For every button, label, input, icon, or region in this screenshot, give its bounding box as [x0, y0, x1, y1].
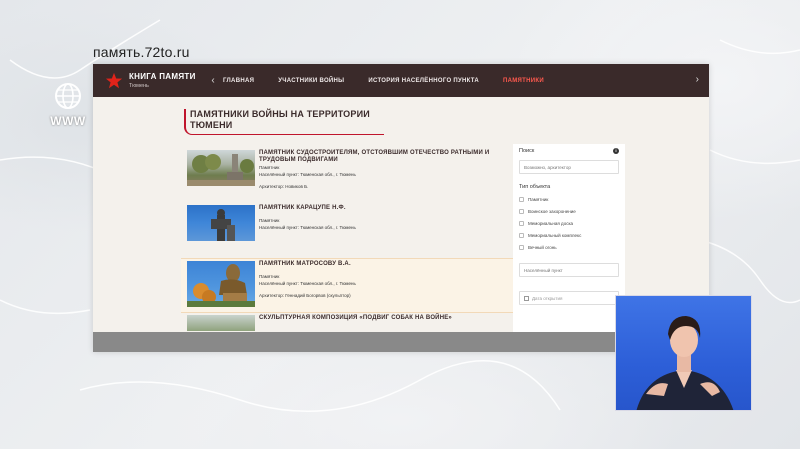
- calendar-icon: [524, 295, 529, 301]
- channel-label: WWW: [50, 114, 86, 128]
- globe-icon: [55, 83, 81, 109]
- item-place: Населённый пункт: Тюменская обл., г. Тюм…: [259, 172, 356, 177]
- checkbox[interactable]: [519, 209, 524, 214]
- page-title: ПАМЯТНИКИ ВОЙНЫ НА ТЕРРИТОРИИ ТЮМЕНИ: [184, 109, 384, 135]
- checkbox[interactable]: [519, 197, 524, 202]
- item-type: Памятник: [259, 274, 280, 279]
- nav-next-icon[interactable]: ›: [696, 74, 699, 85]
- nav-prev-icon[interactable]: ‹: [203, 75, 223, 86]
- filter-option-monument[interactable]: Памятник: [519, 197, 619, 202]
- monument-list: ПАМЯТНИК СУДОСТРОИТЕЛЯМ, ОТСТОЯВШИМ ОТЕЧ…: [181, 148, 515, 335]
- item-title[interactable]: СКУЛЬПТУРНАЯ КОМПОЗИЦИЯ «ПОДВИГ СОБАК НА…: [259, 315, 509, 322]
- list-item[interactable]: ПАМЯТНИК СУДОСТРОИТЕЛЯМ, ОТСТОЯВШИМ ОТЕЧ…: [187, 148, 509, 203]
- filter-option-complex[interactable]: Мемориальный комплекс: [519, 233, 619, 238]
- brand-city: Тюмень: [129, 83, 149, 89]
- info-icon[interactable]: i: [613, 148, 619, 154]
- item-place: Населённый пункт: Тюменская обл., г. Тюм…: [259, 281, 356, 286]
- star-icon: [105, 72, 123, 88]
- filter-option-burial[interactable]: Воинское захоронение: [519, 209, 619, 214]
- checkbox[interactable]: [519, 233, 524, 238]
- nav-menu: ГЛАВНАЯ УЧАСТНИКИ ВОЙНЫ ИСТОРИЯ НАСЕЛЁНН…: [223, 78, 709, 84]
- brand-logo[interactable]: КНИГА ПАМЯТИ Тюмень: [93, 72, 203, 90]
- item-type: Памятник: [259, 165, 280, 170]
- page-title-line2: ТЮМЕНИ: [190, 120, 233, 130]
- monument-thumbnail[interactable]: [187, 315, 255, 331]
- item-architect: Архитектор: Геннадий Богорвов (скульптор…: [259, 293, 351, 298]
- nav-item-participants[interactable]: УЧАСТНИКИ ВОЙНЫ: [278, 78, 344, 84]
- item-title[interactable]: ПАМЯТНИК МАТРОСОВУ В.А.: [259, 261, 509, 268]
- brand-title: КНИГА ПАМЯТИ: [129, 72, 196, 81]
- checkbox[interactable]: [519, 245, 524, 250]
- search-input[interactable]: [519, 160, 619, 174]
- filter-panel: Поиск i Тип объекта Памятник Воинское за…: [513, 144, 625, 334]
- monument-thumbnail[interactable]: [187, 150, 255, 186]
- filter-option-eternal-flame[interactable]: Вечный огонь: [519, 245, 619, 250]
- item-architect: Архитектор: Новиков Б.: [259, 184, 309, 189]
- checkbox[interactable]: [519, 221, 524, 226]
- item-title[interactable]: ПАМЯТНИК КАРАЦУПЕ Н.Ф.: [259, 205, 509, 212]
- search-label: Поиск: [519, 148, 535, 154]
- nav-item-monuments[interactable]: ПАМЯТНИКИ: [503, 78, 544, 84]
- top-navigation: КНИГА ПАМЯТИ Тюмень ‹ ГЛАВНАЯ УЧАСТНИКИ …: [93, 64, 709, 97]
- site-url-caption: память.72to.ru: [93, 44, 190, 60]
- page-title-line1: ПАМЯТНИКИ ВОЙНЫ НА ТЕРРИТОРИИ: [190, 109, 370, 119]
- item-title[interactable]: ПАМЯТНИК СУДОСТРОИТЕЛЯМ, ОТСТОЯВШИМ ОТЕЧ…: [259, 150, 509, 164]
- channel-logo: WWW: [44, 82, 92, 132]
- list-item[interactable]: ПАМЯТНИК МАТРОСОВУ В.А. Памятник Населён…: [181, 258, 515, 313]
- sign-language-interpreter: [615, 295, 752, 411]
- locality-input[interactable]: [519, 263, 619, 277]
- monument-thumbnail[interactable]: [187, 261, 255, 307]
- date-placeholder: Дата открытия: [532, 295, 563, 301]
- monument-thumbnail[interactable]: [187, 205, 255, 241]
- item-type: Памятник: [259, 218, 280, 223]
- filter-option-plaque[interactable]: Мемориальная доска: [519, 221, 619, 226]
- item-place: Населённый пункт: Тюменская обл., г. Тюм…: [259, 225, 356, 230]
- date-input[interactable]: Дата открытия: [519, 291, 619, 305]
- object-type-label: Тип объекта: [519, 184, 551, 190]
- list-item[interactable]: ПАМЯТНИК КАРАЦУПЕ Н.Ф. Памятник Населённ…: [187, 203, 509, 258]
- nav-item-home[interactable]: ГЛАВНАЯ: [223, 78, 254, 84]
- nav-item-history[interactable]: ИСТОРИЯ НАСЕЛЁННОГО ПУНКТА: [368, 78, 479, 84]
